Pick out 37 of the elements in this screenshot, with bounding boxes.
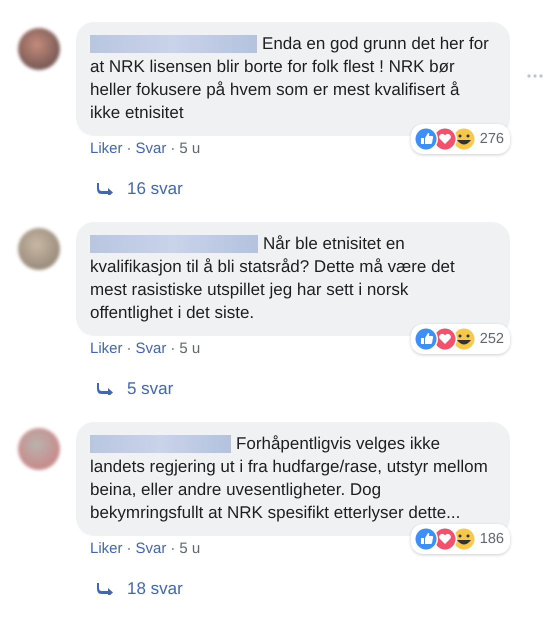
like-link[interactable]: Liker bbox=[90, 540, 123, 557]
reaction-count: 186 bbox=[480, 530, 504, 548]
reactions-pill[interactable]: 186 bbox=[410, 524, 510, 554]
reaction-icons bbox=[414, 326, 476, 352]
reply-link[interactable]: Svar bbox=[136, 540, 166, 557]
more-options-icon[interactable] bbox=[527, 74, 543, 78]
timestamp: 5 u bbox=[179, 540, 200, 557]
reaction-icons bbox=[414, 126, 476, 152]
avatar[interactable] bbox=[18, 228, 60, 270]
separator: · bbox=[170, 540, 176, 557]
timestamp: 5 u bbox=[179, 140, 200, 157]
comment-text: Når ble etnisitet en kvalifikasjon til å bli statsråd? Dette må være det mest rasistiske utspillet jeg har sett i norsk offentlighet i det siste. bbox=[90, 233, 456, 324]
reply-arrow-icon bbox=[97, 183, 113, 195]
reactions-pill[interactable]: 252 bbox=[410, 324, 510, 354]
like-link[interactable]: Liker bbox=[90, 340, 123, 357]
replies-link[interactable]: 16 svar bbox=[97, 179, 183, 199]
separator: · bbox=[126, 340, 132, 357]
avatar[interactable] bbox=[18, 28, 60, 70]
reaction-icons bbox=[414, 526, 476, 552]
separator: · bbox=[126, 540, 132, 557]
replies-link[interactable]: 5 svar bbox=[97, 379, 174, 399]
reply-link[interactable]: Svar bbox=[136, 340, 166, 357]
separator: · bbox=[170, 140, 176, 157]
reply-arrow-icon bbox=[97, 583, 113, 595]
reaction-count: 252 bbox=[480, 330, 504, 348]
reactions-pill[interactable]: 276 bbox=[410, 124, 510, 154]
separator: · bbox=[126, 140, 132, 157]
reply-arrow-icon bbox=[97, 383, 113, 395]
replies-link[interactable]: 18 svar bbox=[97, 579, 183, 599]
like-link[interactable]: Liker bbox=[90, 140, 123, 157]
timestamp: 5 u bbox=[179, 340, 200, 357]
comment-text: Forhåpentligvis velges ikke landets regjering ut i fra hudfarge/rase, utstyr mellom beina, eller andre uvesentligheter. Dog bekymringsfullt at NRK spesifikt etterlyser dette... bbox=[90, 433, 489, 524]
reply-link[interactable]: Svar bbox=[136, 140, 166, 157]
separator: · bbox=[170, 340, 176, 357]
comment-text: Enda en god grunn det her for at NRK lisensen blir borte for folk flest ! NRK bør heller fokusere på hvem som er mest kvalifisert å ikke etnisitet bbox=[90, 33, 490, 124]
reaction-count: 276 bbox=[480, 130, 504, 148]
avatar[interactable] bbox=[18, 428, 60, 470]
